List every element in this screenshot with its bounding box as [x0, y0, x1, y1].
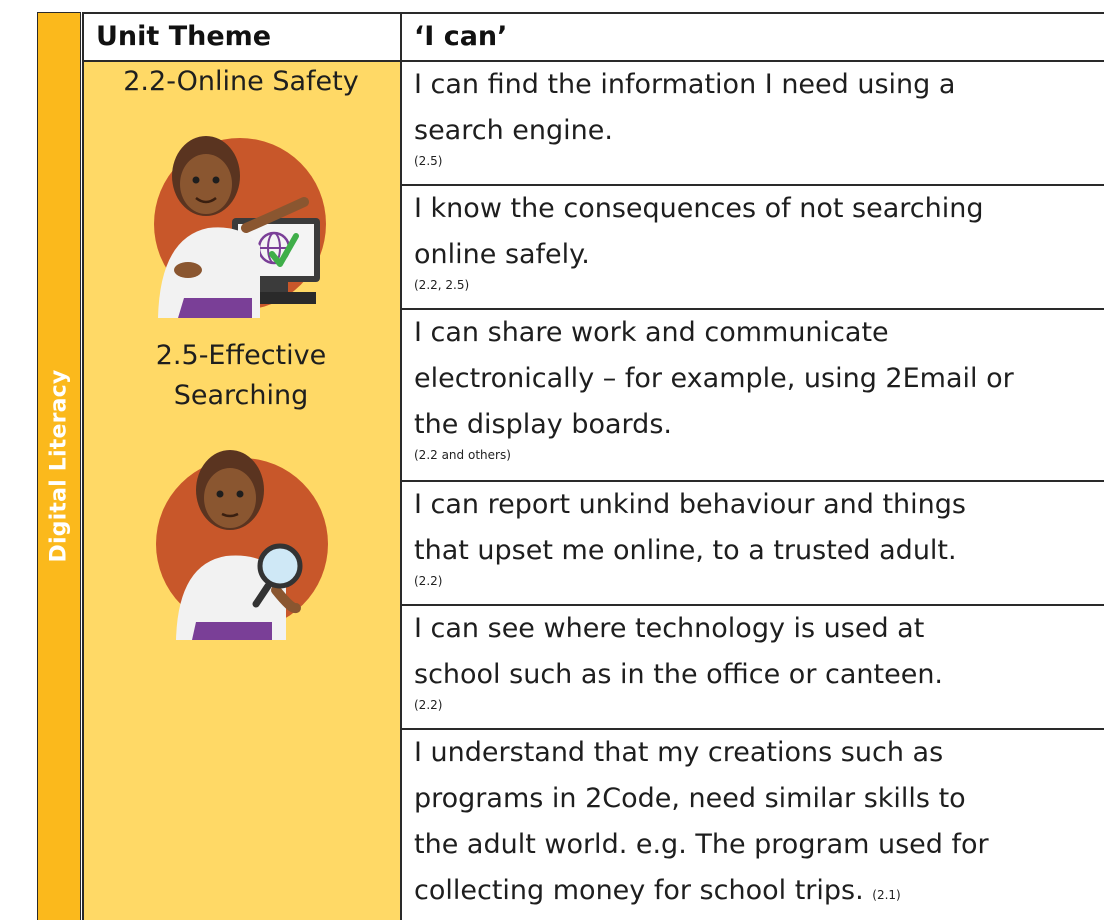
- avatar-hand: [174, 262, 202, 278]
- header-i-can: ‘I can’: [414, 20, 508, 52]
- theme-title-online-safety: 2.2-Online Safety: [123, 66, 359, 97]
- row-reference: (2.2): [414, 698, 443, 712]
- row-line: I can report unkind behaviour and things: [414, 489, 966, 520]
- theme-title-line: Searching: [173, 380, 309, 411]
- row-line: I know the consequences of not searching: [414, 193, 984, 224]
- row-reference: (2.2): [414, 574, 443, 588]
- i-can-row: I can share work and communicate electro…: [400, 310, 1104, 462]
- avatar-trousers: [192, 622, 272, 640]
- avatar-face: [180, 154, 232, 214]
- row-line: online safely.: [414, 239, 590, 270]
- header-unit-theme: Unit Theme: [96, 20, 272, 52]
- row-line: collecting money for school trips. (2.1): [414, 868, 1104, 918]
- i-can-row: I can find the information I need using …: [400, 62, 1104, 168]
- row-line: the display boards.: [414, 409, 672, 440]
- monitor-stand: [258, 282, 288, 292]
- row-reference: (2.1): [872, 888, 901, 902]
- i-can-row: I can see where technology is used at sc…: [400, 606, 1104, 712]
- i-can-row: I can report unkind behaviour and things…: [400, 482, 1104, 588]
- online-safety-avatar: [154, 136, 326, 318]
- theme-title-effective-searching: 2.5-Effective Searching: [82, 340, 400, 411]
- row-line: I understand that my creations such as: [414, 737, 944, 768]
- row-line: I can see where technology is used at: [414, 613, 925, 644]
- i-can-row: I understand that my creations such as p…: [400, 730, 1104, 918]
- row-reference: (2.2, 2.5): [414, 278, 470, 292]
- row-line: electronically – for example, using 2Ema…: [414, 363, 1014, 394]
- avatar-trousers: [178, 298, 252, 318]
- sidebar-label: Digital Literacy: [46, 369, 72, 563]
- row-line: I can share work and communicate: [414, 317, 889, 348]
- row-line: the adult world. e.g. The program used f…: [414, 829, 989, 860]
- effective-searching-avatar: [156, 450, 328, 640]
- sidebar: Digital Literacy: [0, 0, 82, 920]
- row-reference: (2.5): [414, 154, 443, 168]
- row-line: that upset me online, to a trusted adult…: [414, 535, 957, 566]
- row-reference: (2.2 and others): [414, 448, 511, 462]
- left-border: [82, 12, 84, 920]
- top-border: [82, 12, 1104, 14]
- avatar-face: [204, 468, 256, 528]
- row-line: I can find the information I need using …: [414, 69, 956, 100]
- row-line: school such as in the office or canteen.: [414, 659, 944, 690]
- row-line: search engine.: [414, 115, 613, 146]
- row-line-text: collecting money for school trips.: [414, 875, 864, 906]
- i-can-row: I know the consequences of not searching…: [400, 186, 1104, 292]
- theme-title-line: 2.5-Effective: [155, 340, 327, 371]
- row-line: programs in 2Code, need similar skills t…: [414, 783, 966, 814]
